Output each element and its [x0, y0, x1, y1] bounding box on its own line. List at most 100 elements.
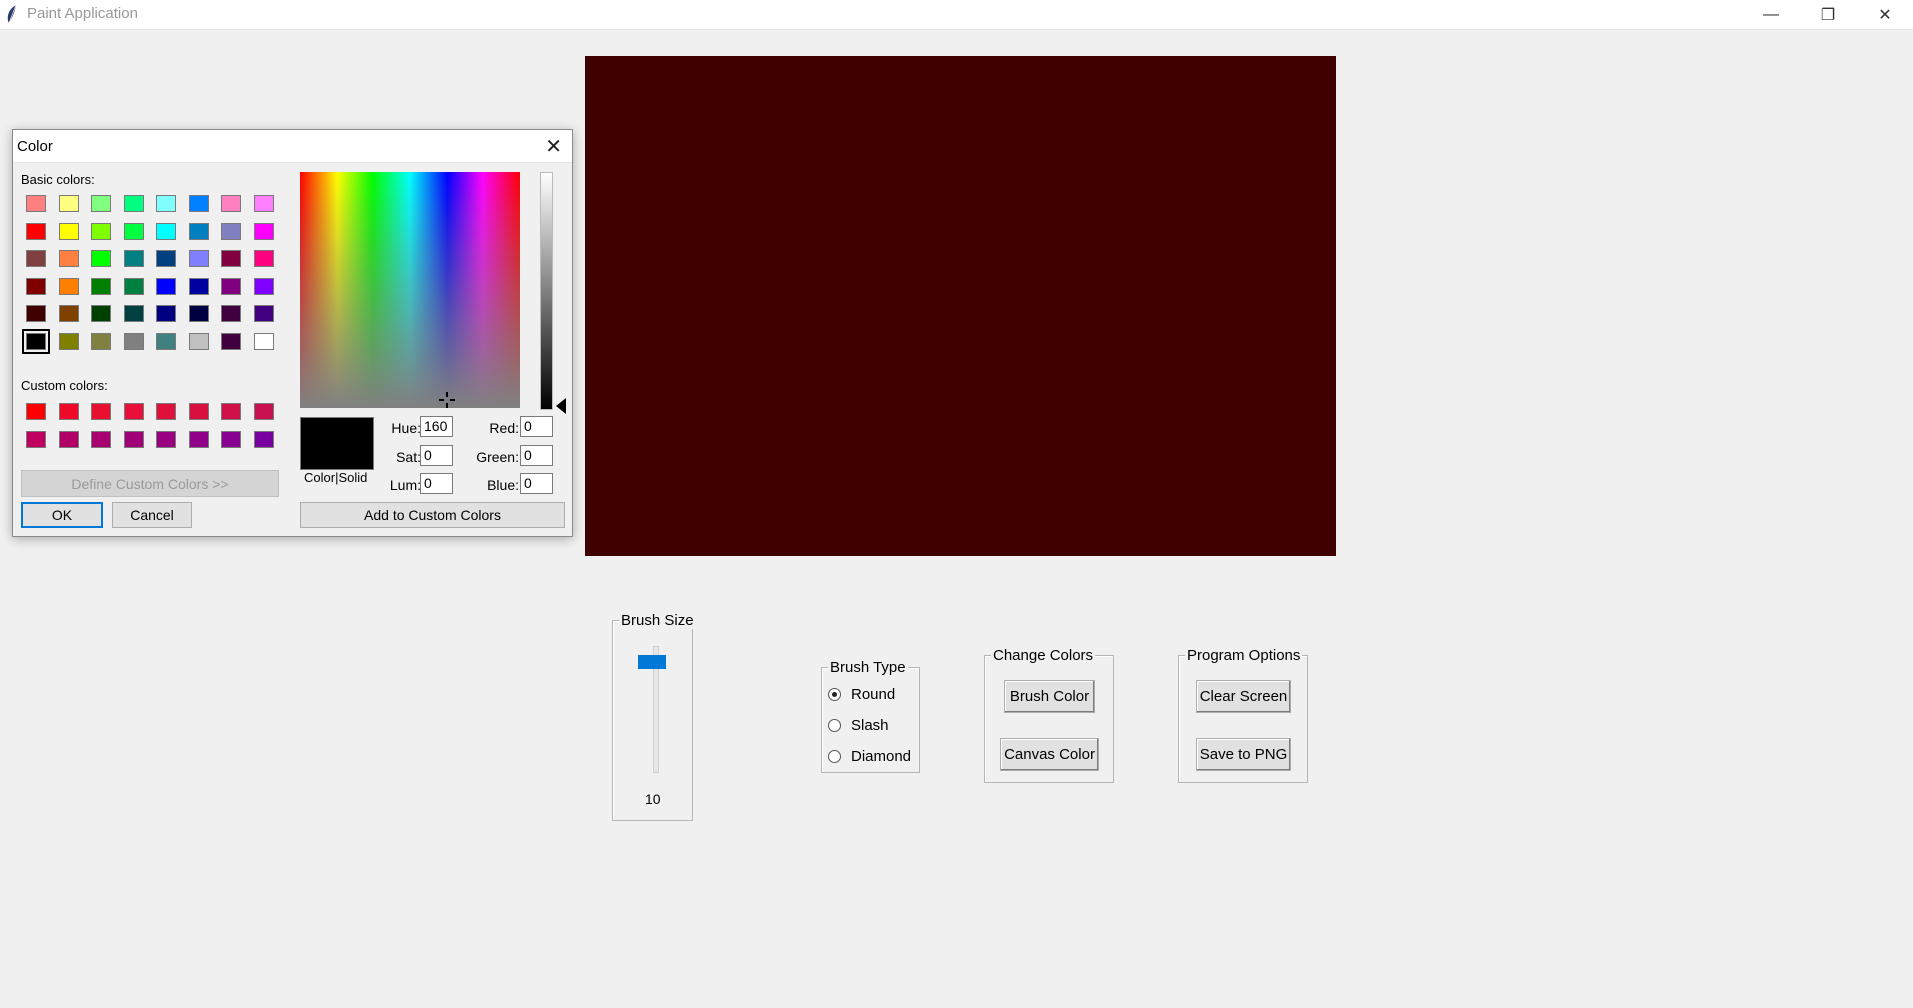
- basic-color-swatch[interactable]: [188, 250, 209, 267]
- custom-color-swatch[interactable]: [253, 403, 274, 420]
- minimize-button[interactable]: —: [1743, 0, 1799, 29]
- sat-label: Sat:: [396, 449, 421, 465]
- custom-color-swatch[interactable]: [91, 430, 111, 448]
- basic-color-swatch[interactable]: [188, 195, 209, 212]
- basic-color-swatch[interactable]: [123, 305, 144, 322]
- basic-color-swatch[interactable]: [221, 305, 241, 322]
- brush-size-slider-thumb[interactable]: [638, 655, 666, 669]
- clear-screen-button[interactable]: Clear Screen: [1196, 680, 1291, 713]
- custom-color-swatch[interactable]: [123, 403, 144, 420]
- sat-input[interactable]: 0: [420, 445, 453, 466]
- luminosity-bar[interactable]: [540, 172, 553, 410]
- custom-color-swatch[interactable]: [253, 430, 274, 448]
- basic-color-swatch[interactable]: [156, 277, 176, 295]
- define-custom-colors-button[interactable]: Define Custom Colors >>: [21, 470, 279, 497]
- radio-slash[interactable]: Slash: [828, 717, 889, 734]
- restore-button[interactable]: ❐: [1800, 0, 1856, 29]
- brush-type-title: Brush Type: [828, 659, 908, 676]
- custom-color-swatch[interactable]: [123, 430, 144, 448]
- basic-color-swatch[interactable]: [123, 250, 144, 267]
- drawing-canvas[interactable]: [585, 56, 1336, 556]
- add-to-custom-colors-button[interactable]: Add to Custom Colors: [300, 502, 565, 528]
- basic-color-swatch[interactable]: [91, 277, 111, 295]
- cancel-button[interactable]: Cancel: [112, 502, 192, 528]
- basic-color-swatch[interactable]: [221, 222, 241, 240]
- lum-input[interactable]: 0: [420, 473, 453, 494]
- basic-color-swatch[interactable]: [156, 305, 176, 322]
- basic-color-swatch[interactable]: [156, 222, 176, 240]
- basic-color-swatch[interactable]: [58, 332, 79, 350]
- basic-color-swatch[interactable]: [58, 222, 79, 240]
- basic-color-swatch[interactable]: [91, 305, 111, 322]
- close-window-button[interactable]: ✕: [1857, 0, 1913, 29]
- basic-color-swatch[interactable]: [188, 305, 209, 322]
- basic-color-swatch[interactable]: [156, 332, 176, 350]
- basic-color-swatch[interactable]: [188, 222, 209, 240]
- basic-color-swatch[interactable]: [91, 222, 111, 240]
- blue-input[interactable]: 0: [520, 473, 553, 494]
- basic-color-swatch[interactable]: [221, 195, 241, 212]
- radio-round[interactable]: Round: [828, 686, 895, 703]
- red-input[interactable]: 0: [520, 416, 553, 437]
- basic-color-swatch[interactable]: [123, 222, 144, 240]
- title-bar: Paint Application — ❐ ✕: [0, 0, 1913, 30]
- basic-color-swatch[interactable]: [253, 332, 274, 350]
- custom-color-swatch[interactable]: [58, 403, 79, 420]
- radio-slash-indicator[interactable]: [828, 719, 841, 732]
- basic-color-swatch[interactable]: [253, 222, 274, 240]
- custom-color-swatch[interactable]: [188, 403, 209, 420]
- basic-color-swatch[interactable]: [156, 195, 176, 212]
- color-spectrum[interactable]: [300, 172, 520, 408]
- luminosity-arrow-icon[interactable]: [556, 398, 566, 414]
- basic-color-swatch[interactable]: [26, 222, 46, 240]
- custom-color-swatch[interactable]: [156, 430, 176, 448]
- basic-color-swatch[interactable]: [253, 305, 274, 322]
- change-colors-title: Change Colors: [991, 647, 1096, 664]
- basic-color-swatch[interactable]: [58, 305, 79, 322]
- basic-color-swatch[interactable]: [58, 277, 79, 295]
- radio-diamond-indicator[interactable]: [828, 750, 841, 763]
- basic-color-swatch[interactable]: [253, 277, 274, 295]
- basic-color-swatch[interactable]: [188, 332, 209, 350]
- basic-color-swatch[interactable]: [253, 195, 274, 212]
- basic-colors-label: Basic colors:: [21, 172, 95, 187]
- custom-color-swatch[interactable]: [58, 430, 79, 448]
- basic-color-swatch[interactable]: [26, 250, 46, 267]
- basic-color-swatch[interactable]: [91, 250, 111, 267]
- brush-color-button[interactable]: Brush Color: [1004, 680, 1095, 713]
- basic-color-swatch[interactable]: [156, 250, 176, 267]
- basic-color-swatch[interactable]: [253, 250, 274, 267]
- basic-color-swatch[interactable]: [221, 250, 241, 267]
- brush-size-group: Brush Size 10: [612, 612, 696, 821]
- save-png-button[interactable]: Save to PNG: [1196, 738, 1291, 771]
- basic-color-swatch[interactable]: [221, 277, 241, 295]
- basic-color-swatch[interactable]: [58, 250, 79, 267]
- custom-color-swatch[interactable]: [26, 403, 46, 420]
- basic-color-swatch[interactable]: [123, 277, 144, 295]
- custom-color-swatch[interactable]: [26, 430, 46, 448]
- basic-color-swatch[interactable]: [221, 332, 241, 350]
- basic-color-swatch[interactable]: [58, 195, 79, 212]
- basic-color-swatch[interactable]: [188, 277, 209, 295]
- basic-color-swatch[interactable]: [26, 277, 46, 295]
- custom-color-swatch[interactable]: [221, 403, 241, 420]
- basic-color-swatch[interactable]: [26, 195, 46, 212]
- basic-color-swatch[interactable]: [123, 332, 144, 350]
- custom-color-swatch[interactable]: [156, 403, 176, 420]
- canvas-color-button[interactable]: Canvas Color: [1000, 738, 1099, 771]
- basic-color-swatch[interactable]: [26, 305, 46, 322]
- radio-diamond[interactable]: Diamond: [828, 748, 911, 765]
- custom-color-swatch[interactable]: [91, 403, 111, 420]
- custom-color-swatch[interactable]: [221, 430, 241, 448]
- basic-color-swatch[interactable]: [91, 332, 111, 350]
- dialog-close-icon[interactable]: ✕: [545, 134, 562, 159]
- green-input[interactable]: 0: [520, 445, 553, 466]
- radio-round-indicator[interactable]: [828, 688, 841, 701]
- basic-color-swatch[interactable]: [91, 195, 111, 212]
- custom-colors-label: Custom colors:: [21, 378, 108, 393]
- basic-color-swatch[interactable]: [22, 328, 50, 354]
- hue-input[interactable]: 160: [420, 416, 453, 437]
- custom-color-swatch[interactable]: [188, 430, 209, 448]
- basic-color-swatch[interactable]: [123, 195, 144, 212]
- ok-button[interactable]: OK: [21, 502, 103, 528]
